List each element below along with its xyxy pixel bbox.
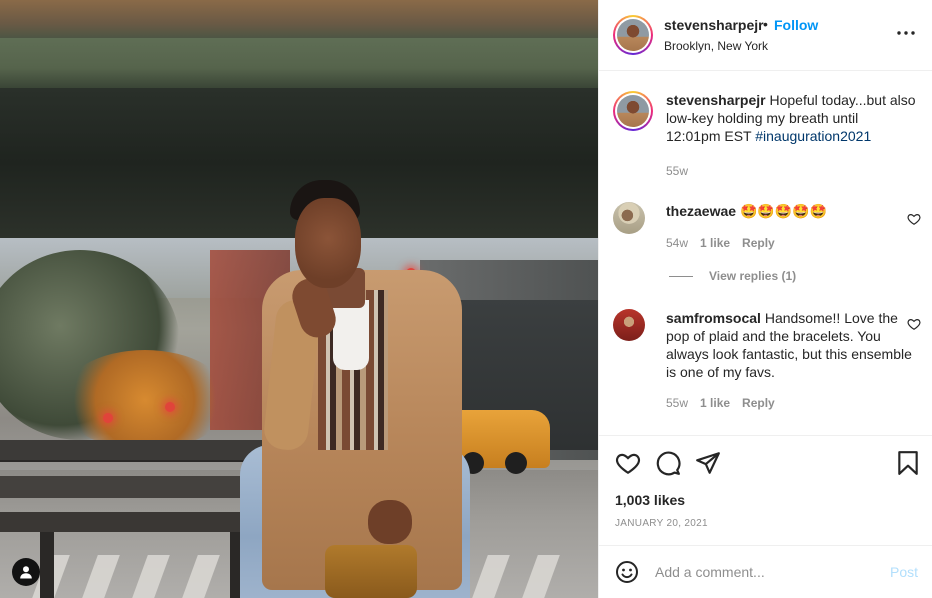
traffic-light [103, 413, 113, 423]
commenter-username[interactable]: thezaewae [666, 203, 736, 219]
add-comment-bar: Post [599, 545, 932, 598]
caption: stevensharpejr Hopeful today...but also … [613, 91, 923, 181]
follow-button[interactable]: Follow [774, 17, 818, 33]
elevated-rail-beam [0, 0, 598, 38]
bookmark-icon[interactable] [895, 450, 921, 476]
commenter-username[interactable]: samfromsocal [666, 310, 761, 326]
traffic-light [165, 402, 175, 412]
comment-text: samfromsocal Handsome!! Love the pop of … [666, 309, 916, 381]
comment-time[interactable]: 54w [666, 236, 688, 250]
caption-username[interactable]: stevensharpejr [666, 92, 766, 108]
post-actions: 1,003 likes JANUARY 20, 2021 [599, 435, 932, 545]
comment-input[interactable] [655, 560, 875, 584]
commenter-avatar[interactable] [613, 309, 645, 341]
post-detail-panel: stevensharpejr • Follow Brooklyn, New Yo… [598, 0, 932, 598]
comment-meta: 55w 1 like Reply [666, 396, 775, 410]
reply-button[interactable]: Reply [742, 396, 775, 410]
comment-body: 🤩🤩🤩🤩🤩 [739, 203, 828, 219]
user-tag-icon [20, 566, 32, 579]
taxi-wheel [505, 452, 527, 474]
view-replies-button[interactable]: View replies (1) [669, 269, 796, 283]
replies-divider [669, 275, 693, 277]
bench-backrest [0, 476, 270, 498]
elevated-rail-girder [0, 38, 598, 88]
caption-text: stevensharpejr Hopeful today...but also … [666, 91, 916, 145]
post-date[interactable]: JANUARY 20, 2021 [615, 518, 708, 529]
tagged-users-button[interactable] [12, 558, 40, 586]
comment-likes[interactable]: 1 like [700, 396, 730, 410]
comment-meta: 54w 1 like Reply [666, 236, 775, 250]
comment-item: samfromsocal Handsome!! Love the pop of … [613, 309, 923, 419]
more-horizontal-icon [897, 31, 915, 35]
comment-time[interactable]: 55w [666, 396, 688, 410]
caption-meta: 55w [666, 164, 688, 178]
person-white-tee [333, 300, 369, 370]
comment-likes[interactable]: 1 like [700, 236, 730, 250]
post-location[interactable]: Brooklyn, New York [664, 39, 768, 53]
autumn-tree [60, 350, 230, 450]
comments-list[interactable]: stevensharpejr Hopeful today...but also … [599, 71, 932, 435]
emoji-icon[interactable] [615, 560, 639, 584]
bench-leg [40, 532, 54, 598]
heart-icon[interactable] [615, 450, 641, 476]
person-face [295, 198, 361, 288]
author-avatar[interactable] [613, 15, 653, 55]
post-header: stevensharpejr • Follow Brooklyn, New Yo… [599, 0, 932, 71]
view-replies-label: View replies (1) [709, 269, 797, 283]
more-options-button[interactable] [895, 22, 917, 44]
heart-icon[interactable] [907, 317, 921, 331]
author-username[interactable]: stevensharpejr [664, 17, 764, 33]
caption-time[interactable]: 55w [666, 164, 688, 178]
person-bag [325, 545, 417, 598]
author-avatar[interactable] [613, 91, 653, 131]
comment-icon[interactable] [655, 450, 681, 476]
post-comment-button[interactable]: Post [890, 564, 918, 580]
reply-button[interactable]: Reply [742, 236, 775, 250]
heart-icon[interactable] [907, 212, 921, 226]
post-photo[interactable] [0, 0, 598, 598]
comment-text: thezaewae 🤩🤩🤩🤩🤩 [666, 202, 916, 220]
commenter-avatar[interactable] [613, 202, 645, 234]
likes-count[interactable]: 1,003 likes [615, 492, 685, 508]
share-icon[interactable] [695, 450, 721, 476]
separator-dot: • [763, 16, 768, 32]
bench-backrest [0, 440, 270, 462]
caption-hashtag[interactable]: #inauguration2021 [755, 128, 871, 144]
person-hand [368, 500, 412, 544]
